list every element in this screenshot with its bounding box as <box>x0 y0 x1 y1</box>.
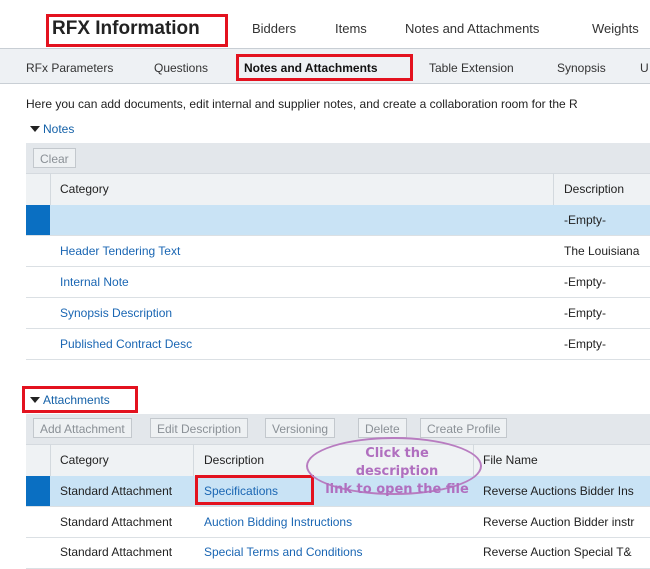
edit-description-button[interactable]: Edit Description <box>150 418 249 438</box>
note-description: -Empty- <box>564 275 606 289</box>
attachment-description-link[interactable]: Auction Bidding Instructions <box>204 515 352 529</box>
attachment-file-name: Reverse Auction Special T& <box>483 545 632 559</box>
notes-toolbar <box>26 143 650 173</box>
note-description: -Empty- <box>564 337 606 351</box>
delete-button[interactable]: Delete <box>358 418 407 438</box>
row-selector[interactable] <box>26 329 50 359</box>
attachments-highlight-box <box>22 386 138 413</box>
row-selector[interactable] <box>26 236 50 266</box>
subtab-more[interactable]: U <box>640 61 649 75</box>
intro-text: Here you can add documents, edit interna… <box>26 97 578 111</box>
row-selector[interactable] <box>26 298 50 328</box>
notes-attachments-highlight-box <box>236 54 413 81</box>
attachments-header-file-name[interactable]: File Name <box>483 453 538 467</box>
row-selector[interactable] <box>26 538 50 568</box>
tab-weights[interactable]: Weights <box>592 21 639 36</box>
specifications-highlight-box <box>195 475 314 505</box>
subtab-rfx-parameters[interactable]: RFx Parameters <box>26 61 113 75</box>
attachment-category: Standard Attachment <box>60 484 173 498</box>
attachments-header-description[interactable]: Description <box>204 453 264 467</box>
table-row[interactable] <box>26 205 650 236</box>
subtab-questions[interactable]: Questions <box>154 61 208 75</box>
notes-header-description[interactable]: Description <box>564 182 624 196</box>
subtab-table-extension[interactable]: Table Extension <box>429 61 514 75</box>
tab-items[interactable]: Items <box>335 21 367 36</box>
row-selector[interactable] <box>26 267 50 297</box>
create-profile-button[interactable]: Create Profile <box>420 418 508 438</box>
attachment-file-name: Reverse Auctions Bidder Ins <box>483 484 634 498</box>
versioning-button[interactable]: Versioning <box>265 418 336 438</box>
attachment-description-link[interactable]: Special Terms and Conditions <box>204 545 363 559</box>
notes-section-toggle[interactable]: Notes <box>30 122 74 136</box>
tab-bidders[interactable]: Bidders <box>252 21 296 36</box>
notes-grid-header <box>26 173 650 206</box>
tab-notes-and-attachments[interactable]: Notes and Attachments <box>405 21 539 36</box>
rfx-information-highlight-box <box>46 14 228 47</box>
row-selector[interactable] <box>26 507 50 537</box>
note-category-link[interactable]: Synopsis Description <box>60 306 172 320</box>
clear-button[interactable]: Clear <box>33 148 76 168</box>
note-description: The Louisiana <box>564 244 640 258</box>
row-selector[interactable] <box>26 476 50 506</box>
note-description: -Empty- <box>564 306 606 320</box>
notes-section-label: Notes <box>43 122 75 136</box>
attachment-category: Standard Attachment <box>60 545 173 559</box>
callout-line-2: link to open the file <box>325 482 469 497</box>
note-category-link[interactable]: Internal Note <box>60 275 129 289</box>
attachment-file-name: Reverse Auction Bidder instr <box>483 515 635 529</box>
attachment-category: Standard Attachment <box>60 515 173 529</box>
callout-line-1: Click the description <box>355 446 439 479</box>
collapse-triangle-icon <box>30 126 40 132</box>
subtab-synopsis[interactable]: Synopsis <box>557 61 606 75</box>
note-category-link[interactable]: Header Tendering Text <box>60 244 180 258</box>
notes-header-category[interactable]: Category <box>60 182 109 196</box>
row-selector[interactable] <box>26 205 50 235</box>
callout-text: Click the description link to open the f… <box>322 445 472 499</box>
note-category-link[interactable]: Published Contract Desc <box>60 337 192 351</box>
attachments-header-category[interactable]: Category <box>60 453 109 467</box>
note-description: -Empty- <box>564 213 606 227</box>
add-attachment-button[interactable]: Add Attachment <box>33 418 132 438</box>
